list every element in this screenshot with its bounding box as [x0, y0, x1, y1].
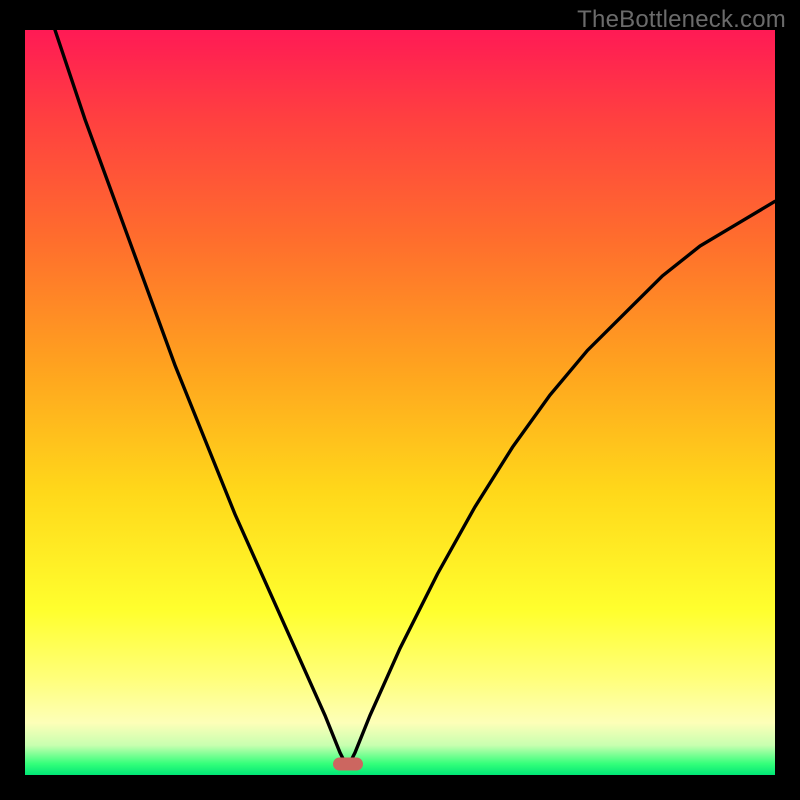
- plot-area: [25, 30, 775, 775]
- bottleneck-curve: [25, 30, 775, 775]
- chart-canvas: TheBottleneck.com: [0, 0, 800, 800]
- optimum-marker: [333, 757, 363, 770]
- curve-right-branch: [348, 201, 776, 767]
- curve-left-branch: [55, 30, 348, 768]
- watermark-text: TheBottleneck.com: [577, 6, 786, 34]
